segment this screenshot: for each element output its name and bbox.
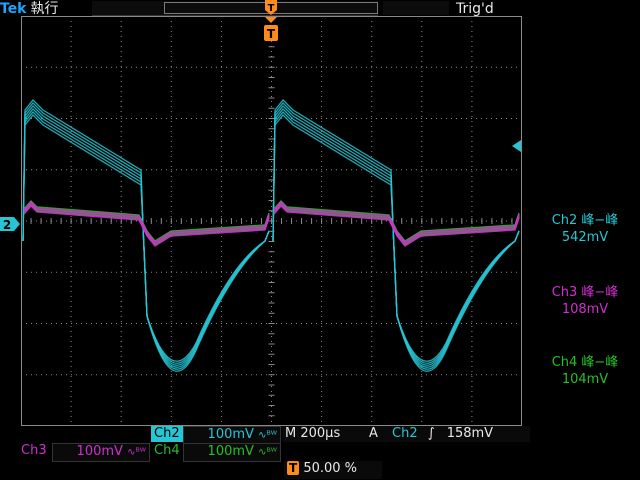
trigger-source-letter: A: [369, 426, 378, 441]
ch2-trace: [22, 111, 520, 370]
ch3-scale-box[interactable]: 100mV ∿ᴮᵂ: [52, 443, 150, 462]
measurement-value: 542mV: [561, 230, 609, 245]
trigger-position-icon: T: [287, 461, 300, 475]
measurement-label: Ch2 峰−峰: [551, 213, 619, 228]
measurement-ch3-pk2pk: Ch3 峰−峰 108mV: [532, 284, 638, 318]
ch2-scale: 100mV: [207, 427, 254, 442]
trigger-slope-icon: ∫: [427, 426, 435, 441]
ch4-scale-box[interactable]: 100mV ∿ᴮᵂ: [183, 443, 281, 462]
ch2-ground-marker[interactable]: 2: [0, 216, 22, 232]
measurement-value: 108mV: [561, 302, 609, 317]
trigger-position-marker-top: T: [265, 0, 277, 15]
trigger-time-marker: T: [264, 17, 278, 41]
ch4-name[interactable]: Ch4: [151, 443, 183, 459]
tek-logo: Tek: [0, 1, 27, 17]
trigger-settings-box[interactable]: A Ch2 ∫ 158mV: [366, 426, 530, 442]
bandwidth-limit-icon: ∿ᴮᵂ: [258, 447, 277, 458]
ch3-scale: 100mV: [76, 444, 123, 459]
timebase-label: M: [285, 426, 297, 441]
record-bar-right: [383, 1, 449, 15]
ch2-name-box[interactable]: Ch2: [151, 426, 183, 442]
trigger-source: Ch2: [392, 426, 418, 441]
timebase-scale: 200µs: [300, 426, 341, 441]
measurement-label: Ch4 峰−峰: [551, 355, 619, 370]
bandwidth-limit-icon: ∿ᴮᵂ: [127, 447, 146, 458]
measurement-ch4-pk2pk: Ch4 峰−峰 104mV: [532, 354, 638, 388]
trigger-level: 158mV: [446, 426, 494, 441]
bandwidth-limit-icon: ∿ᴮᵂ: [258, 430, 277, 441]
waveform-traces: [22, 99, 520, 372]
trigger-level-marker[interactable]: [512, 140, 522, 152]
ch2-trace: [22, 114, 520, 372]
timebase-box[interactable]: M 200µs: [282, 426, 368, 442]
svg-text:2: 2: [3, 218, 11, 232]
svg-text:T: T: [267, 27, 276, 41]
ch2-trace: [22, 108, 520, 368]
run-state: 執行: [30, 1, 59, 17]
ch4-scale: 100mV: [207, 444, 254, 459]
trigger-position-box[interactable]: T 50.00 %: [284, 461, 382, 479]
measurement-ch2-pk2pk: Ch2 峰−峰 542mV: [532, 212, 638, 246]
oscilloscope-screen[interactable]: [21, 16, 522, 426]
ch3-name[interactable]: Ch3: [18, 443, 50, 459]
measurement-label: Ch3 峰−峰: [551, 285, 619, 300]
trigger-position-value: 50.00 %: [303, 461, 358, 476]
svg-text:T: T: [268, 3, 275, 14]
measurement-value: 104mV: [561, 372, 609, 387]
